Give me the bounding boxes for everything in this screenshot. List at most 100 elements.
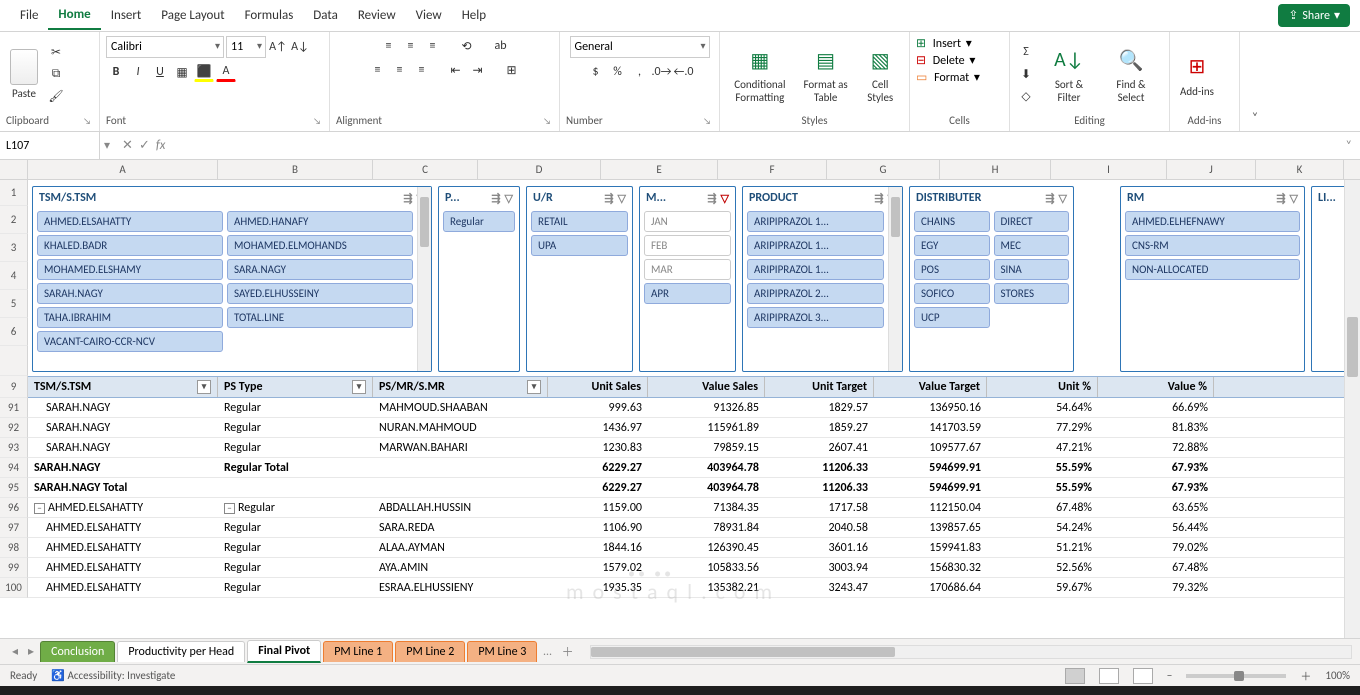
cell[interactable]: 67.93% [1098, 478, 1214, 497]
border-button[interactable]: ▦ [172, 62, 192, 82]
slicer-chip[interactable]: CHAINS [914, 211, 990, 232]
view-pagebreak-button[interactable] [1133, 668, 1153, 684]
row-header[interactable] [0, 346, 28, 376]
cell[interactable] [373, 478, 548, 497]
cell[interactable]: 594699.91 [874, 458, 987, 477]
multiselect-icon[interactable]: ⇶ [707, 192, 716, 205]
col-header-A[interactable]: A [28, 160, 218, 179]
cell[interactable]: 170686.64 [874, 578, 987, 597]
cell[interactable]: 55.59% [987, 458, 1098, 477]
cut-button[interactable]: ✂ [46, 42, 66, 62]
decrease-decimal-button[interactable]: ←.0 [674, 62, 694, 82]
menu-help[interactable]: Help [452, 2, 496, 29]
cell[interactable]: −Regular [218, 498, 373, 517]
cell[interactable]: 159941.83 [874, 538, 987, 557]
multiselect-icon[interactable]: ⇶ [1045, 192, 1054, 205]
slicer-chip[interactable]: AHMED.ELSAHATTY [37, 211, 223, 232]
cell[interactable]: NURAN.MAHMOUD [373, 418, 548, 437]
align-top-button[interactable]: ≡ [379, 36, 399, 56]
cell[interactable]: AHMED.ELSAHATTY [28, 558, 218, 577]
cell[interactable] [373, 458, 548, 477]
formula-expand-button[interactable]: ˅ [1338, 139, 1360, 153]
ribbon-collapse-button[interactable]: ˅ [1240, 32, 1270, 131]
cell[interactable]: 109577.67 [874, 438, 987, 457]
col-header-C[interactable]: C [373, 160, 478, 179]
cell[interactable]: 403964.78 [648, 458, 765, 477]
cell[interactable]: 6229.27 [548, 478, 648, 497]
cell[interactable]: 67.48% [987, 498, 1098, 517]
slicer-chip[interactable]: JAN [644, 211, 731, 232]
tab-pm1[interactable]: PM Line 1 [323, 641, 393, 662]
multiselect-icon[interactable]: ⇶ [491, 192, 500, 205]
slicer-chip[interactable]: SARA.NAGY [227, 259, 413, 280]
increase-font-button[interactable]: A↑ [268, 37, 288, 57]
row-header[interactable]: 99 [0, 558, 28, 578]
tab-pm2[interactable]: PM Line 2 [395, 641, 465, 662]
slicer-rm[interactable]: RM⇶▽ AHMED.ELHEFNAWYCNS-RMNON-ALLOCATED [1120, 186, 1305, 372]
row-header[interactable]: 9 [0, 376, 28, 398]
align-middle-button[interactable]: ≡ [401, 36, 421, 56]
slicer-chip[interactable]: ARIPIPRAZOL 1... [747, 211, 884, 232]
menu-view[interactable]: View [406, 2, 452, 29]
zoom-out-button[interactable]: − [1167, 669, 1172, 682]
row-header[interactable]: 5 [0, 290, 28, 318]
font-name-select[interactable] [106, 36, 224, 58]
cell[interactable]: 136950.16 [874, 398, 987, 417]
col-header-K[interactable]: K [1256, 160, 1344, 179]
cell[interactable]: 403964.78 [648, 478, 765, 497]
cell[interactable]: 126390.45 [648, 538, 765, 557]
collapse-toggle[interactable]: − [34, 503, 45, 514]
menu-pagelayout[interactable]: Page Layout [151, 2, 234, 29]
cell[interactable]: 1230.83 [548, 438, 648, 457]
slicer-chip[interactable]: MOHAMED.ELSHAMY [37, 259, 223, 280]
pivot-header-cell[interactable]: TSM/S.TSM▾ [28, 377, 218, 397]
slicer-chip[interactable]: STORES [994, 283, 1070, 304]
align-center-button[interactable]: ≡ [390, 60, 410, 80]
slicer-chip[interactable]: VACANT-CAIRO-CCR-NCV [37, 331, 223, 352]
zoom-slider[interactable] [1186, 674, 1286, 678]
conditional-formatting-button[interactable]: ▦Conditional Formatting [726, 42, 794, 106]
pivot-header-cell[interactable]: Unit % [987, 377, 1098, 397]
cell[interactable]: SARA.REDA [373, 518, 548, 537]
row-header[interactable]: 3 [0, 234, 28, 262]
zoom-in-button[interactable]: ＋ [1300, 668, 1311, 684]
col-header-E[interactable]: E [601, 160, 718, 179]
row-header[interactable]: 96 [0, 498, 28, 518]
formula-bar[interactable] [173, 132, 1337, 159]
wrap-text-button[interactable]: ab [491, 36, 511, 56]
cell[interactable]: Regular [218, 558, 373, 577]
slicer-chip[interactable]: POS [914, 259, 990, 280]
table-row[interactable]: SARAH.NAGYRegularMARWAN.BAHARI1230.83798… [28, 438, 1360, 458]
slicer-tsm[interactable]: TSM/S.TSM⇶▽ AHMED.ELSAHATTYAHMED.HANAFYK… [32, 186, 432, 372]
slicer-product-scrollbar[interactable] [888, 187, 902, 371]
col-header-D[interactable]: D [478, 160, 601, 179]
cell[interactable]: 11206.33 [765, 458, 874, 477]
slicer-product[interactable]: PRODUCT⇶▽ ARIPIPRAZOL 1...ARIPIPRAZOL 1.… [742, 186, 903, 372]
col-header-J[interactable]: J [1167, 160, 1256, 179]
slicer-chip[interactable]: ARIPIPRAZOL 3... [747, 307, 884, 328]
cell[interactable]: 51.21% [987, 538, 1098, 557]
col-header-B[interactable]: B [218, 160, 373, 179]
addins-button[interactable]: ⊞Add-ins [1176, 49, 1218, 100]
cell[interactable]: 52.56% [987, 558, 1098, 577]
slicer-tsm-scrollbar[interactable] [417, 187, 431, 371]
horizontal-scrollbar[interactable] [590, 645, 1352, 659]
format-as-table-button[interactable]: ▤Format as Table [798, 42, 854, 106]
cell[interactable]: ABDALLAH.HUSSIN [373, 498, 548, 517]
slicer-chip[interactable]: UCP [914, 307, 990, 328]
row-header[interactable]: 94 [0, 458, 28, 478]
currency-button[interactable]: $ [586, 62, 606, 82]
cancel-formula-icon[interactable]: ✕ [122, 138, 133, 153]
view-pagelayout-button[interactable] [1099, 668, 1119, 684]
cell[interactable]: 1844.16 [548, 538, 648, 557]
cell[interactable]: 54.24% [987, 518, 1098, 537]
enter-formula-icon[interactable]: ✓ [139, 138, 150, 153]
row-header[interactable]: 100 [0, 578, 28, 598]
slicer-distributer[interactable]: DISTRIBUTER⇶▽ CHAINSDIRECTEGYMECPOSSINAS… [909, 186, 1074, 372]
fx-icon[interactable]: fx [156, 138, 166, 153]
pivot-header-cell[interactable]: Unit Sales [548, 377, 648, 397]
select-all-corner[interactable] [0, 160, 28, 179]
cell[interactable]: 67.48% [1098, 558, 1214, 577]
row-header[interactable]: 4 [0, 262, 28, 290]
slicer-chip[interactable]: UPA [531, 235, 628, 256]
